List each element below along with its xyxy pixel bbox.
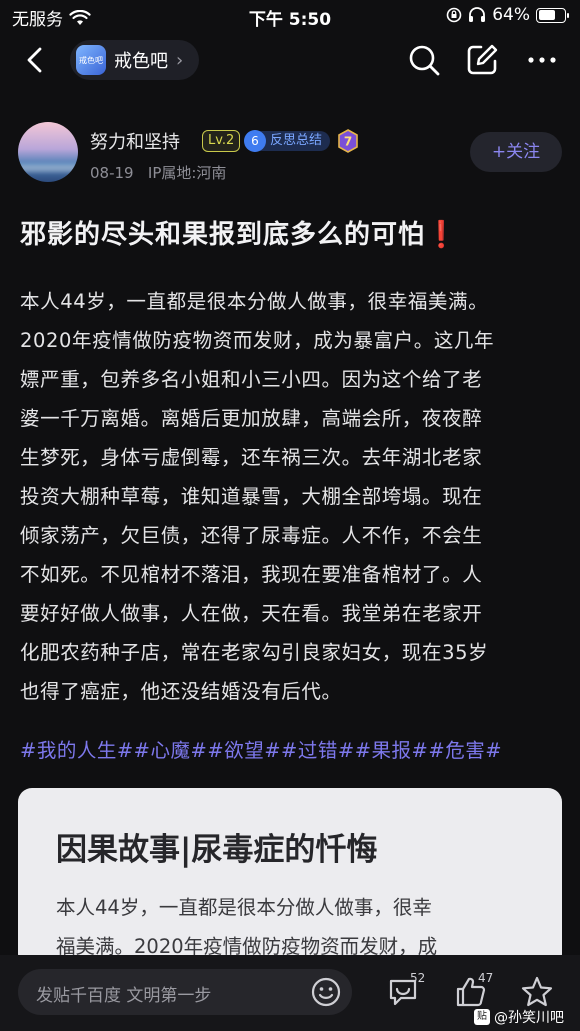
comment-placeholder: 发贴千百度 文明第一步 [36, 986, 212, 1006]
back-icon[interactable] [20, 44, 52, 76]
post-title-text: 邪影的尽头和果报到底多么的可怕 [20, 220, 426, 250]
comment-count: 52 [410, 971, 426, 985]
top-nav: 戒色吧 戒色吧 › [0, 36, 580, 84]
body-line: 也得了癌症，他还没结婚没有后代。 [20, 680, 342, 703]
chevron-right-icon: › [176, 49, 184, 71]
medal-icon[interactable]: 7 [336, 129, 360, 153]
body-line: 倾家荡产，欠巨债，还得了尿毒症。人不作，不会生 [20, 524, 483, 547]
post-title: 邪影的尽头和果报到底多么的可怕❗ [20, 214, 560, 251]
avatar[interactable] [18, 122, 78, 182]
body-line: 生梦死，身体亏虚倒霉，还车祸三次。去年湖北老家 [20, 446, 483, 469]
body-line: 2020年疫情做防疫物资而发财，成为暴富户。这几年 [20, 329, 495, 352]
title-level: 6 [244, 130, 266, 152]
forum-entry-button[interactable]: 戒色吧 戒色吧 › [70, 40, 200, 80]
title-label: 反思总结 [260, 131, 331, 151]
battery-percent: 64% [492, 5, 530, 25]
author-row: 努力和坚持 Lv.2 6 反思总结 7 08-19 IP属地:河南 +关注 [18, 122, 562, 186]
body-line: 化肥农药种子店，常在老家勾引良家妇女，现在35岁 [20, 641, 489, 664]
post-meta: 08-19 IP属地:河南 [90, 162, 226, 183]
lock-rotation-icon [446, 7, 462, 23]
headphones-icon [469, 7, 486, 22]
watermark-logo: 贴 [474, 1009, 490, 1025]
body-line: 要好好做人做事，人在做，天在看。我堂弟在老家开 [20, 602, 483, 625]
status-right: 64% [446, 5, 569, 25]
exclamation-icon: ❗ [425, 220, 459, 250]
follow-button[interactable]: +关注 [470, 132, 562, 172]
forum-logo: 戒色吧 [76, 45, 106, 75]
body-line: 婆一千万离婚。离婚后更加放肆，高端会所，夜夜醉 [20, 407, 483, 430]
post-date: 08-19 [90, 164, 134, 182]
watermark: 贴 @孙笑川吧 [474, 1007, 564, 1027]
body-line: 嫖严重，包养多名小姐和小三小四。因为这个给了老 [20, 368, 483, 391]
more-icon[interactable] [524, 42, 560, 78]
favorite-star-icon[interactable] [520, 975, 554, 1009]
status-bar: 无服务 下午 5:50 64% [0, 0, 580, 32]
emoji-icon[interactable] [310, 976, 342, 1008]
like-count: 47 [478, 971, 494, 985]
forum-name: 戒色吧 [114, 51, 168, 72]
medal-number: 7 [344, 135, 352, 149]
bottom-action-bar: 发贴千百度 文明第一步 52 47 贴 @孙笑川吧 [0, 955, 580, 1031]
ip-location: IP属地:河南 [147, 164, 227, 182]
level-badge: Lv.2 [202, 130, 241, 152]
author-name[interactable]: 努力和坚持 [90, 128, 180, 154]
watermark-text: @孙笑川吧 [494, 1010, 564, 1026]
comment-input[interactable]: 发贴千百度 文明第一步 [18, 969, 352, 1015]
battery-fill [538, 10, 555, 20]
battery-icon [536, 7, 569, 23]
shared-article-card[interactable]: 因果故事|尿毒症的忏悔 本人44岁，一直都是很本分做人做事，很幸 福美满。2020… [18, 788, 562, 968]
edit-icon[interactable] [464, 42, 500, 78]
title-badge[interactable]: 6 反思总结 [244, 130, 331, 152]
card-title: 因果故事|尿毒症的忏悔 [56, 832, 378, 868]
body-line: 不如死。不见棺材不落泪，我现在要准备棺材了。人 [20, 563, 483, 586]
search-icon[interactable] [406, 42, 442, 78]
post-body: 本人44岁，一直都是很本分做人做事，很幸福美满。 2020年疫情做防疫物资而发财，… [20, 282, 560, 711]
body-line: 本人44岁，一直都是很本分做人做事，很幸福美满。 [20, 290, 489, 313]
card-text-line: 本人44岁，一直都是很本分做人做事，很幸 [56, 896, 432, 919]
body-line: 投资大棚种草莓，谁知道暴雪，大棚全部垮塌。现在 [20, 485, 483, 508]
post-tags[interactable]: #我的人生##心魔##欲望##过错##果报##危害# [20, 734, 502, 763]
